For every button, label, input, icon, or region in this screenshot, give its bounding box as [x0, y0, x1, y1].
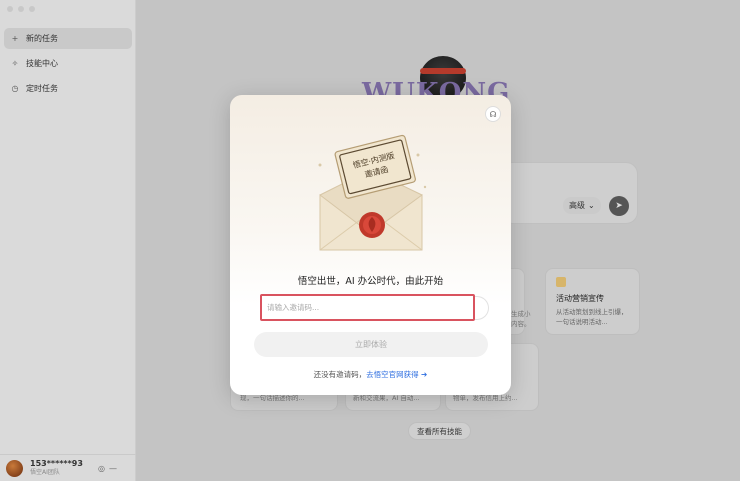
modal-headline: 悟空出世，AI 办公时代，由此开始	[297, 276, 444, 287]
skill-card-desc: 新和交流果，AI 自动...	[353, 394, 420, 402]
avatar[interactable]	[6, 459, 23, 477]
user-profile[interactable]: 153******93 悟空AI团队 ◎ —	[0, 454, 136, 481]
skill-card-marketing[interactable]: 活动营销宣传 从活动策划到线上引爆，一句话说明活动...	[545, 268, 640, 335]
sidebar-item-label: 新的任务	[26, 34, 58, 43]
try-now-button[interactable]: 立即体验	[254, 332, 488, 357]
footer-prefix: 还没有邀请码，	[313, 370, 367, 379]
sidebar-item-new-task[interactable]: + 新的任务	[4, 28, 132, 49]
sparkle-icon: ✧	[11, 59, 19, 68]
maximize-window-button[interactable]	[29, 6, 35, 12]
skill-card-title: 活动营销宣传	[556, 294, 604, 303]
window-controls	[7, 6, 35, 12]
sidebar-item-label: 技能中心	[26, 59, 58, 68]
clock-icon: ◷	[11, 84, 19, 93]
sidebar: + 新的任务 ✧ 技能中心 ◷ 定时任务 153******93 悟空AI团队 …	[0, 0, 136, 481]
skill-card-partial-desc: 生成小 内容。	[511, 310, 531, 328]
close-window-button[interactable]	[7, 6, 13, 12]
model-select-label: 高级	[569, 201, 585, 210]
sidebar-item-skill-center[interactable]: ✧ 技能中心	[4, 53, 132, 74]
footer-note: 还没有邀请码，去悟空官网获得 ➔	[230, 369, 511, 380]
settings-icon[interactable]: ◎	[98, 464, 105, 473]
wax-seal-icon	[359, 212, 385, 238]
model-select[interactable]: 高级 ⌄	[563, 197, 601, 214]
headset-icon[interactable]: ☊	[485, 106, 501, 122]
view-all-skills-button[interactable]: 查看所有技能	[408, 422, 471, 440]
minimize-window-button[interactable]	[18, 6, 24, 12]
user-id: 153******93	[30, 459, 83, 468]
megaphone-icon	[556, 277, 566, 287]
sidebar-item-scheduled-tasks[interactable]: ◷ 定时任务	[4, 78, 132, 99]
more-icon[interactable]: —	[109, 464, 117, 473]
chevron-down-icon: ⌄	[588, 201, 595, 210]
invitation-envelope-illustration: 悟空·内测版 邀请函	[318, 134, 427, 251]
user-subtitle: 悟空AI团队	[30, 469, 60, 476]
invite-code-modal: ☊ 悟空·内测版 邀请函 悟空出世，AI 办公时代，由此开始 立即体验	[230, 95, 511, 395]
invite-code-input[interactable]	[260, 294, 475, 321]
skill-card-desc: 从活动策划到线上引爆，一句话说明活动...	[556, 308, 628, 326]
input-pill-edge	[475, 296, 489, 320]
plus-icon: +	[11, 34, 19, 43]
send-button[interactable]: ➤	[609, 196, 629, 216]
mascot-headband	[420, 68, 466, 74]
get-invite-code-link[interactable]: 去悟空官网获得 ➔	[366, 370, 427, 379]
sidebar-item-label: 定时任务	[26, 84, 58, 93]
skill-card-desc: 物单，发布信用上约...	[453, 394, 518, 402]
skill-card-desc: 现，一句话描述你的...	[240, 394, 305, 402]
